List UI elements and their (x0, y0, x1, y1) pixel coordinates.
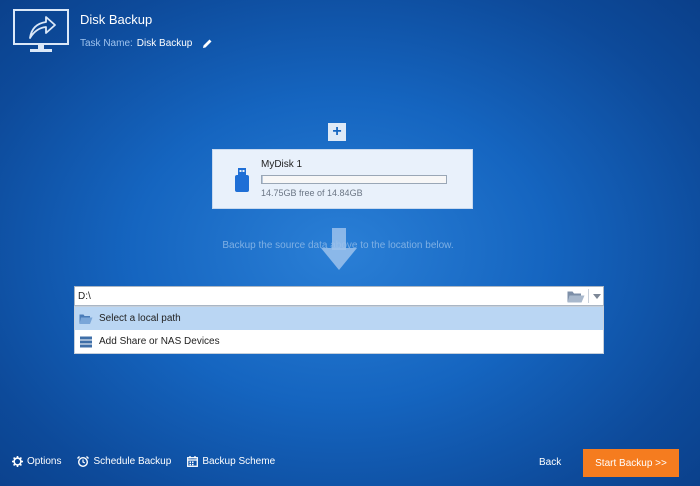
dropdown-item-nas[interactable]: Add Share or NAS Devices (75, 330, 603, 353)
nas-icon (80, 336, 92, 347)
footer-toolbar: Options Schedule Backup Backup Scheme (12, 456, 291, 467)
backup-scheme-button[interactable]: Backup Scheme (187, 456, 275, 467)
destination-path-combo[interactable] (74, 286, 604, 306)
source-disk-card[interactable]: MyDisk 1 14.75GB free of 14.84GB (212, 149, 473, 209)
usb-drive-icon (235, 168, 249, 192)
options-label: Options (27, 456, 62, 467)
folder-open-icon (79, 314, 93, 324)
backup-monitor-icon (13, 9, 69, 52)
disk-usage-bar (261, 175, 447, 184)
chevron-down-icon[interactable] (591, 288, 603, 304)
combo-separator (588, 289, 589, 303)
add-source-button[interactable]: + (328, 123, 346, 141)
schedule-backup-label: Schedule Backup (93, 456, 172, 467)
backup-scheme-label: Backup Scheme (202, 456, 276, 467)
dropdown-item-label: Select a local path (99, 313, 181, 324)
calendar-icon (187, 456, 199, 467)
destination-path-input[interactable] (75, 290, 566, 302)
disk-free-text: 14.75GB free of 14.84GB (261, 188, 363, 198)
schedule-backup-button[interactable]: Schedule Backup (77, 456, 171, 467)
destination-dropdown-list: Select a local path Add Share or NAS Dev… (74, 306, 604, 354)
pencil-icon[interactable] (202, 38, 213, 49)
alarm-clock-icon (77, 456, 90, 467)
task-name-row: Task Name: Disk Backup (80, 38, 213, 49)
down-arrow-icon (321, 228, 357, 270)
task-name-label: Task Name: (80, 38, 133, 49)
task-name-value: Disk Backup (136, 38, 193, 49)
browse-folder-icon[interactable] (566, 288, 586, 304)
options-button[interactable]: Options (12, 456, 61, 467)
start-backup-button[interactable]: Start Backup >> (583, 449, 679, 477)
disk-name: MyDisk 1 (261, 159, 303, 170)
back-button[interactable]: Back (539, 457, 561, 468)
page-title: Disk Backup (80, 12, 153, 27)
dropdown-item-local-path[interactable]: Select a local path (75, 307, 603, 330)
disk-usage-fill (262, 176, 264, 183)
gear-icon (12, 456, 23, 467)
dropdown-item-label: Add Share or NAS Devices (99, 336, 220, 347)
